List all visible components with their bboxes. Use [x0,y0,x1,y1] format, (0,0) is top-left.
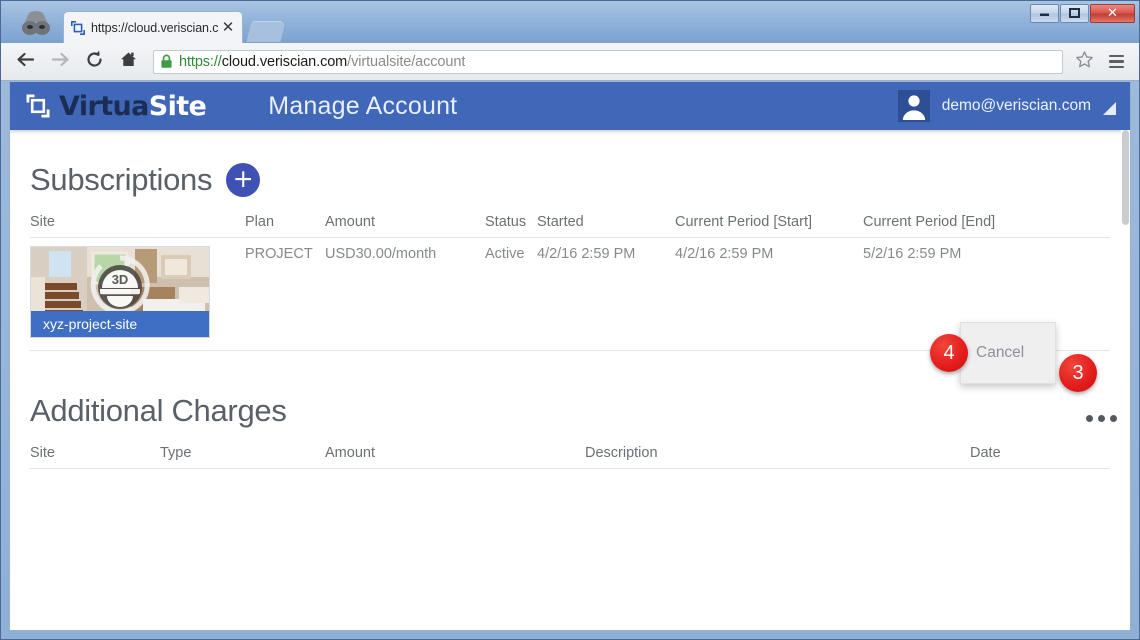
window-controls: ✕ [1030,4,1135,23]
add-subscription-button[interactable]: + [226,163,261,197]
logo-part-2: Site [148,90,207,122]
app-logo[interactable]: VirtuaSite [25,90,207,122]
cell-site: 3D xyz-project-site [30,237,245,351]
column-header-charge-date: Date [970,445,1110,469]
column-header-plan: Plan [245,214,325,238]
table-header-row: Site Type Amount Description Date [30,445,1110,469]
column-header-charge-amount: Amount [325,445,585,469]
column-header-charge-type: Type [160,445,325,469]
padlock-icon [160,54,173,69]
url-path: /virtualsite/account [347,53,466,70]
app-logo-text: VirtuaSite [59,90,207,122]
triangle-down-icon[interactable] [1103,102,1116,115]
browser-toolbar: https://cloud.veriscian.com/virtualsite/… [1,43,1139,81]
browser-window: https://cloud.veriscian.con ✕ ✕ [0,0,1140,640]
home-house-icon [119,50,138,74]
column-header-current-period-end: Current Period [End] [863,214,1110,238]
hamburger-icon [1108,60,1124,63]
back-arrow-icon [16,51,36,73]
additional-charges-title: Additional Charges [30,393,287,428]
cell-period-start: 4/2/16 2:59 PM [675,237,863,351]
close-button[interactable]: ✕ [1090,4,1135,23]
ellipsis-icon [1110,415,1117,422]
column-header-charge-site: Site [30,445,160,469]
tab-title: https://cloud.veriscian.con [91,20,218,35]
column-header-amount: Amount [325,214,485,238]
subscriptions-title: Subscriptions [30,162,213,197]
ellipsis-icon [1086,415,1093,422]
user-email: demo@veriscian.com [941,97,1091,114]
cell-plan: PROJECT [245,237,325,351]
column-header-site: Site [30,214,245,238]
additional-charges-table: Site Type Amount Description Date [30,445,1110,469]
reload-icon [85,50,104,74]
url-host: cloud.veriscian.com [221,53,348,70]
page-title: Manage Account [268,91,458,120]
cell-started: 4/2/16 2:59 PM [537,237,675,351]
tab-strip: https://cloud.veriscian.con ✕ ✕ [1,1,1139,43]
minimize-icon [1039,8,1050,19]
browser-menu-button[interactable] [1101,47,1131,77]
user-menu[interactable]: demo@veriscian.com [897,82,1120,130]
hamburger-icon [1108,65,1124,69]
hamburger-icon [1108,54,1124,58]
incognito-icon [17,9,55,39]
close-icon: ✕ [1107,6,1118,21]
url-text: https://cloud.veriscian.com/virtualsite/… [179,54,465,70]
subscriptions-header: Subscriptions + [30,162,1110,198]
tab-close-icon[interactable]: ✕ [220,19,236,36]
column-header-started: Started [537,214,675,238]
star-icon [1075,50,1094,74]
minimize-button[interactable] [1030,4,1059,23]
annotation-marker-3: 3 [1059,354,1097,392]
forward-arrow-icon [50,51,70,73]
annotation-marker-4: 4 [930,334,968,372]
site-name-label: xyz-project-site [31,311,209,337]
address-bar[interactable]: https://cloud.veriscian.com/virtualsite/… [153,49,1063,74]
row-ellipsis-menu-button[interactable] [1086,415,1117,422]
subscriptions-table-head: Site Plan Amount Status Started Current … [30,214,1110,238]
new-tab-button[interactable] [246,21,286,42]
maximize-icon [1069,7,1080,20]
ellipsis-icon [1098,415,1105,422]
home-button[interactable] [113,47,143,77]
back-button[interactable] [11,47,41,77]
site-thumbnail-card[interactable]: 3D xyz-project-site [30,246,210,338]
maximize-button[interactable] [1060,4,1089,23]
virtualsite-favicon-icon [70,20,86,36]
bookmark-button[interactable] [1071,49,1097,75]
additional-charges-header: Additional Charges [30,393,1110,429]
column-header-charge-description: Description [585,445,970,469]
row-context-dropdown: Cancel [960,322,1056,384]
reload-button[interactable] [79,47,109,77]
cancel-subscription-menu-item[interactable]: Cancel [976,344,1024,362]
table-header-row: Site Plan Amount Status Started Current … [30,214,1110,238]
cell-amount: USD30.00/month [325,237,485,351]
avatar [897,90,930,122]
browser-tab[interactable]: https://cloud.veriscian.con ✕ [63,11,243,43]
subscriptions-table: Site Plan Amount Status Started Current … [30,214,1110,351]
additional-charges-table-head: Site Type Amount Description Date [30,445,1110,469]
page-content: Subscriptions + Site Plan Amount Status … [10,162,1130,469]
logo-part-1: Virtua [59,90,149,122]
column-header-current-period-start: Current Period [Start] [675,214,863,238]
cell-status: Active [485,237,537,351]
url-scheme: https:// [179,53,222,70]
virtualsite-logo-icon [25,93,51,119]
svg-text:3D: 3D [112,272,129,287]
column-header-status: Status [485,214,537,238]
3d-badge-icon: 3D [89,254,151,316]
page-viewport: VirtuaSite Manage Account demo@veriscian… [9,82,1131,631]
forward-button[interactable] [45,47,75,77]
app-header: VirtuaSite Manage Account demo@veriscian… [10,82,1130,130]
